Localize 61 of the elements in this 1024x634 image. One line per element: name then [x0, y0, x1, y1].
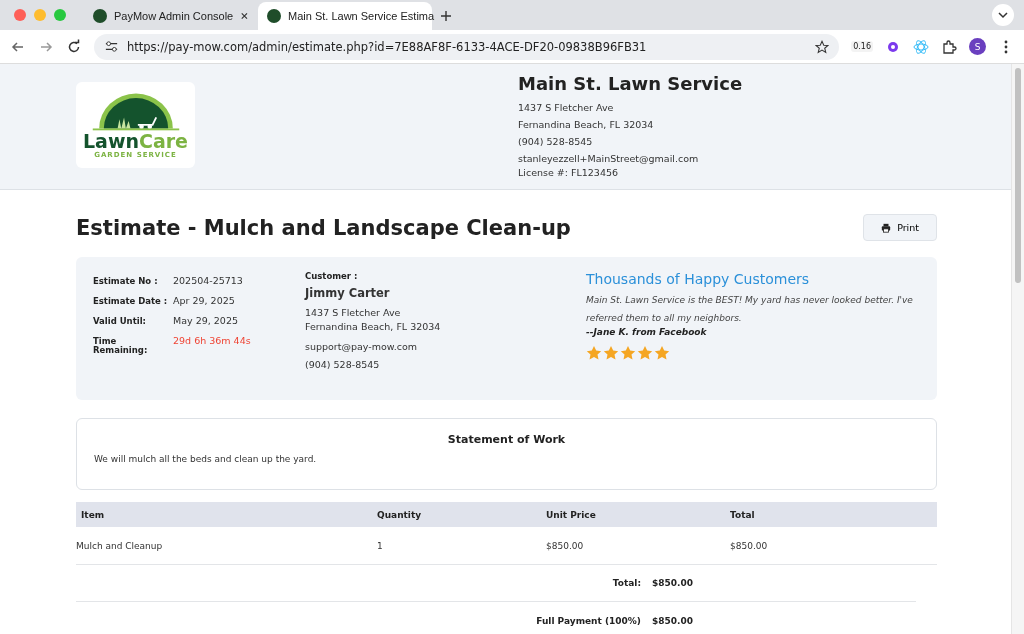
customer-phone: (904) 528-8545: [305, 358, 381, 372]
browser-tab[interactable]: Main St. Lawn Service Estima: [258, 2, 432, 30]
statement-text: We will mulch all the beds and clean up the yard.: [94, 454, 318, 464]
star-icon: [654, 345, 670, 361]
detail-label: Time Remaining:: [93, 335, 149, 355]
customer-address: 1437 S Fletcher Ave: [305, 306, 402, 320]
customer-address: Fernandina Beach, FL 32034: [305, 320, 442, 334]
extension-button[interactable]: 0.16: [851, 41, 873, 52]
company-info: (904) 528-8545: [518, 135, 594, 149]
column-header: Quantity: [377, 509, 423, 520]
profile-avatar[interactable]: S: [969, 38, 986, 55]
summary-label: Total:: [612, 578, 641, 588]
summary-value: $850.00: [652, 578, 692, 588]
bookmark-star-icon[interactable]: [815, 39, 830, 54]
statement-title: Statement of Work: [446, 433, 567, 446]
reload-icon[interactable]: [66, 38, 82, 55]
detail-label: Estimate No :: [93, 275, 159, 288]
new-tab-icon[interactable]: [440, 10, 452, 22]
site-settings-icon[interactable]: [104, 39, 119, 54]
company-name: Main St. Lawn Service: [518, 73, 744, 94]
detail-value: Apr 29, 2025: [173, 295, 235, 308]
star-icon: [586, 345, 602, 361]
column-header: Item: [80, 509, 106, 520]
star-icon: [620, 345, 636, 361]
table-cell-text: 1: [377, 540, 384, 551]
detail-label: Estimate Date :: [93, 295, 169, 308]
summary-label: Full Payment (100%): [536, 615, 641, 626]
scrollbar-thumb[interactable]: [1015, 68, 1021, 283]
detail-value: 202504-25713: [173, 275, 243, 288]
testimonial-quote: Main St. Lawn Service is the BEST! My yard has never looked better. I've referred them to all my neighbors.: [586, 294, 914, 325]
table-cell: $850.00: [730, 540, 768, 551]
column-header: Total: [730, 509, 755, 520]
license-number: License #: FL123456: [518, 167, 620, 179]
chevron-down-icon[interactable]: [992, 4, 1014, 26]
puzzle-icon[interactable]: [941, 38, 957, 55]
close-icon[interactable]: [240, 11, 249, 21]
printer-icon: [881, 222, 892, 233]
testimonial-author: --Jane K. from Facebook: [586, 327, 708, 337]
summary-value: $850.00: [652, 615, 692, 626]
company-info: Fernandina Beach, FL 32034: [518, 118, 655, 132]
company-info: stanleyezzell+MainStreet@gmail.com: [518, 152, 700, 166]
address-bar[interactable]: https://pay-mow.com/admin/estimate.php?id=7E88AF8F-6133-4ACE-DF20-09838B96FB31: [94, 33, 840, 60]
star-icon: [603, 345, 619, 361]
favicon-icon: [267, 9, 281, 23]
star-icon: [637, 345, 653, 361]
print-button[interactable]: Print: [863, 214, 937, 241]
column-header: Unit Price: [546, 509, 597, 520]
customer-label: Customer :: [305, 271, 359, 281]
customer-name: Jimmy Carter: [305, 286, 391, 300]
testimonial-heading: Thousands of Happy Customers: [586, 271, 811, 287]
logo-wordmark: LawnCare: [82, 131, 188, 151]
estimate-title: Estimate - Mulch and Landscape Clean-up: [76, 215, 571, 240]
table-cell-text: Mulch and Cleanup: [76, 540, 164, 551]
favicon-icon: [93, 9, 107, 23]
company-info: 1437 S Fletcher Ave: [518, 101, 615, 115]
table-cell-text: $850.00: [546, 540, 585, 551]
detail-label: Valid Until:: [93, 315, 147, 328]
customer-email: support@pay-mow.com: [305, 340, 418, 354]
browser-tab[interactable]: PayMow Admin Console: [84, 2, 258, 30]
detail-value: May 29, 2025: [173, 315, 238, 328]
detail-value: 29d 6h 36m 44s: [173, 335, 251, 348]
